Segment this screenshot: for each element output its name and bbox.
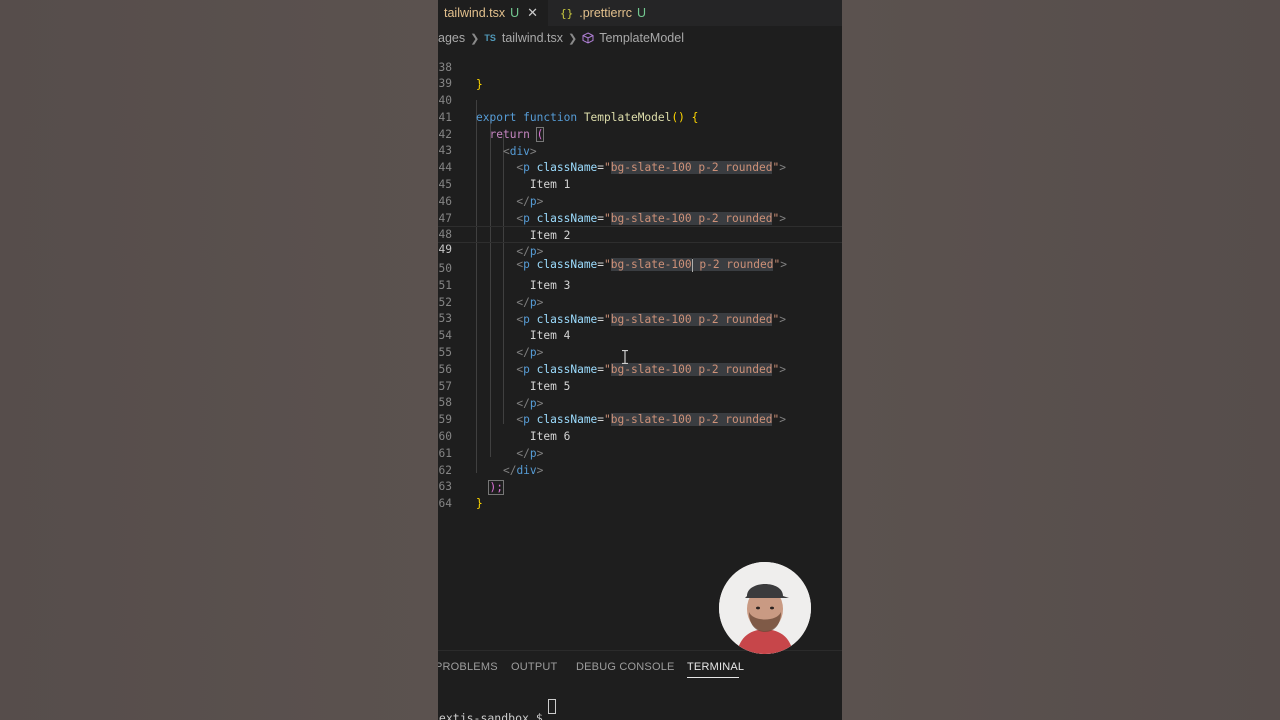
breadcrumb-file[interactable]: tailwind.tsx — [502, 31, 563, 45]
code-line: 50 Item 3 — [438, 243, 842, 292]
code-line: 51 </p> — [438, 279, 544, 309]
code-line-current: 49 <p className="bg-slate-100 p-2 rounde… — [438, 226, 842, 272]
code-line: 43 <p className="bg-slate-100 p-2 rounde… — [438, 144, 786, 174]
code-area[interactable]: 38 } 39 40 export function TemplateModel… — [438, 50, 842, 650]
code-line: 64 — [438, 478, 842, 510]
breadcrumb-folder[interactable]: ages — [438, 31, 465, 45]
background-left — [0, 0, 438, 720]
code-line: 45 </p> — [438, 178, 544, 208]
code-line: 39 — [438, 58, 842, 90]
tab-prettierrc[interactable]: {} .prettierrc U — [550, 0, 646, 26]
code-line: 47 Item 2 — [438, 193, 842, 242]
code-line: 57 </p> — [438, 380, 544, 410]
tab-terminal[interactable]: TERMINAL — [687, 661, 744, 673]
tab-label: tailwind.tsx — [444, 6, 506, 20]
tab-problems[interactable]: PROBLEMS — [438, 661, 498, 673]
person-icon — [719, 562, 811, 654]
symbol-method-icon — [582, 31, 594, 45]
code-line: 61 </div> — [438, 447, 544, 477]
line-number: 64 — [438, 497, 452, 510]
code-line: 59 Item 6 — [438, 394, 842, 443]
git-status-badge: U — [510, 6, 520, 20]
code-line: 52 <p className="bg-slate-100 p-2 rounde… — [438, 296, 786, 326]
ibeam-cursor-icon — [622, 350, 628, 364]
tab-debug-console[interactable]: DEBUG CONSOLE — [576, 661, 675, 673]
json-file-icon: {} — [560, 6, 574, 20]
terminal[interactable]: nextjs-sandbox $ — [438, 697, 842, 720]
code-line: 55 <p className="bg-slate-100 p-2 rounde… — [438, 346, 786, 376]
git-status-badge: U — [637, 6, 647, 20]
typescript-file-icon: TS — [484, 33, 496, 43]
chevron-right-icon: ❯ — [470, 32, 480, 45]
editor-tab-bar: tailwind.tsx U ✕ {} .prettierrc U — [438, 0, 842, 26]
code-line: 42 <div> — [438, 109, 842, 158]
code-line: 56 Item 5 — [438, 344, 842, 393]
code-line: 60 </p> — [438, 430, 544, 460]
tab-output[interactable]: OUTPUT — [511, 661, 557, 673]
terminal-cursor — [548, 699, 556, 714]
close-icon[interactable]: ✕ — [527, 5, 538, 21]
breadcrumb-symbol[interactable]: TemplateModel — [599, 31, 684, 45]
code-line: 63 } — [438, 461, 842, 510]
terminal-prompt: nextjs-sandbox $ — [438, 711, 550, 720]
panel-tab-bar: PROBLEMS OUTPUT DEBUG CONSOLE TERMINAL — [438, 650, 842, 685]
tab-label: .prettierrc — [579, 6, 633, 20]
code-line: 54 </p> — [438, 329, 544, 359]
code-line: 44 Item 1 — [438, 142, 842, 191]
code-line: 40 export function TemplateModel() { — [438, 75, 842, 124]
code-line: 46 <p className="bg-slate-100 p-2 rounde… — [438, 195, 786, 225]
code-line: 58 <p className="bg-slate-100 p-2 rounde… — [438, 396, 786, 426]
code-line: 53 Item 4 — [438, 293, 842, 342]
code-line: 62 ); — [438, 445, 842, 495]
active-tab-indicator — [687, 677, 739, 678]
code-line: 41 return ( — [438, 92, 842, 142]
chevron-right-icon: ❯ — [567, 32, 578, 45]
code-line: 48 </p> — [438, 228, 544, 258]
breadcrumb: ages ❯ TS tailwind.tsx ❯ TemplateModel — [438, 26, 842, 50]
webcam-avatar — [719, 562, 811, 654]
tab-tailwind-tsx[interactable]: tailwind.tsx U ✕ — [438, 0, 548, 26]
background-right — [842, 0, 1280, 720]
